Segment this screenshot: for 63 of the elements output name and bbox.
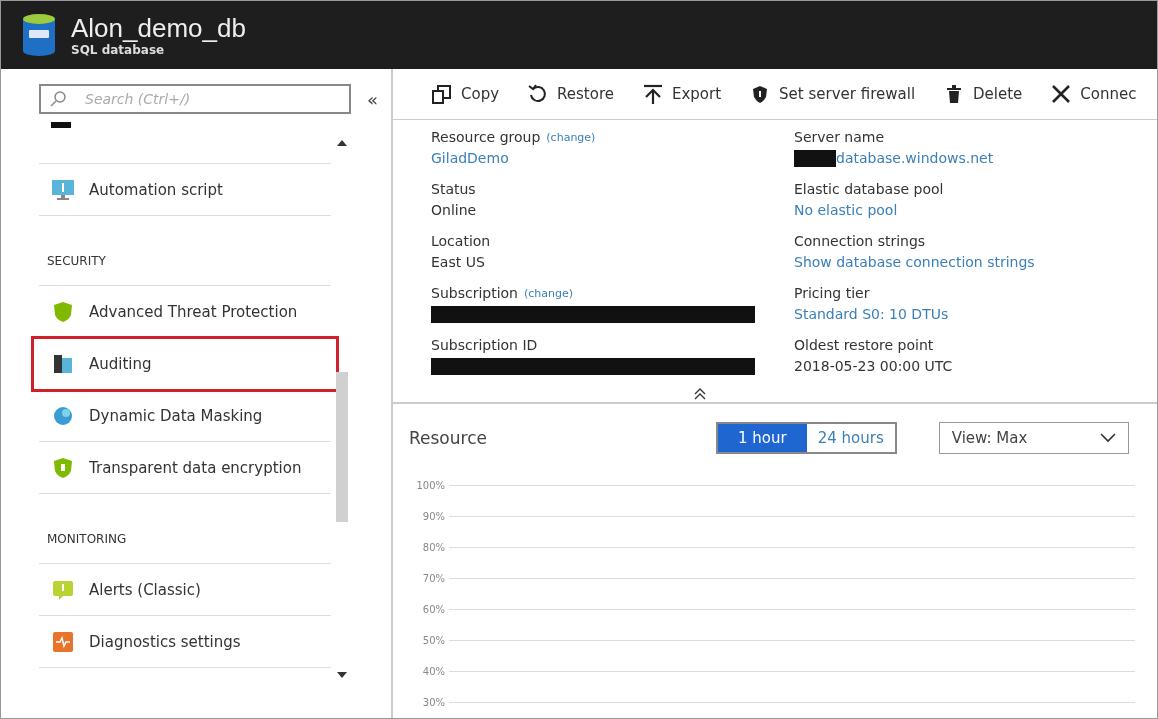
toolbar-button[interactable]: Delete bbox=[943, 83, 1023, 105]
value-link[interactable]: No elastic pool bbox=[794, 200, 898, 220]
menu-item[interactable]: Alerts (Classic) bbox=[39, 564, 331, 616]
field-label: Location bbox=[431, 233, 491, 249]
field-value: 2018-05-23 00:00 UTC bbox=[794, 357, 953, 376]
field-label: Oldest restore point bbox=[794, 337, 934, 353]
section-heading: MONITORING bbox=[39, 494, 331, 564]
toolbar-button[interactable]: Export bbox=[642, 83, 722, 105]
field-value: East US bbox=[431, 253, 485, 272]
search-field[interactable]: Search (Ctrl+/) bbox=[39, 84, 351, 114]
section-heading: SECURITY bbox=[39, 216, 331, 286]
axis-label: 50% bbox=[421, 635, 445, 646]
copy-icon bbox=[431, 83, 453, 105]
upload-icon bbox=[642, 83, 664, 105]
field-label: Elastic database pool bbox=[794, 181, 944, 197]
section-title: Resource bbox=[409, 428, 488, 448]
field-label: Pricing tier bbox=[794, 285, 870, 301]
pulse-icon bbox=[51, 629, 75, 654]
time-range-tab[interactable]: 1 hour bbox=[718, 424, 807, 452]
axis-label: 30% bbox=[421, 697, 445, 708]
menu-item[interactable]: Dynamic Data Masking bbox=[39, 390, 331, 442]
value-link[interactable]: database.windows.net bbox=[836, 148, 994, 168]
collapse-button[interactable]: « bbox=[367, 88, 378, 110]
collapse-icon bbox=[694, 388, 706, 400]
resource-type: SQL database bbox=[71, 43, 166, 57]
axis-label: 80% bbox=[421, 542, 445, 553]
axis-label: 70% bbox=[421, 573, 445, 584]
axis-label: 60% bbox=[421, 604, 445, 615]
field-label: Subscription ID bbox=[431, 337, 538, 353]
menu-item[interactable]: Transparent data encryption bbox=[39, 442, 331, 494]
toolbar-button[interactable]: Set server firewall bbox=[749, 83, 916, 105]
field-label: Connection strings bbox=[794, 233, 926, 249]
field-label: Server name bbox=[794, 129, 885, 145]
chevron-down-icon bbox=[1099, 433, 1116, 443]
toolbar-button[interactable]: Connec bbox=[1050, 83, 1137, 105]
field-label: Status bbox=[431, 181, 476, 197]
change-link[interactable]: (change) bbox=[524, 286, 574, 300]
toolbar-button[interactable]: Restore bbox=[527, 83, 614, 105]
field-label: Subscription bbox=[431, 285, 518, 301]
toolbar-button[interactable]: Copy bbox=[431, 83, 500, 105]
axis-label: 100% bbox=[415, 480, 445, 491]
scroll-thumb[interactable] bbox=[336, 372, 348, 522]
monitor-icon bbox=[51, 177, 75, 202]
view-dropdown[interactable]: View: Max bbox=[938, 422, 1129, 454]
value-link[interactable]: GiladDemo bbox=[431, 148, 509, 168]
database-icon bbox=[21, 13, 57, 57]
menu-item[interactable]: Diagnostics settings bbox=[39, 616, 331, 668]
value-link[interactable]: Show database connection strings bbox=[794, 252, 1035, 272]
shield-icon bbox=[51, 455, 75, 480]
up-arrow-icon bbox=[337, 140, 347, 146]
resource-title: Alon_demo_db bbox=[71, 13, 246, 43]
menu-item[interactable]: Advanced Threat Protection bbox=[39, 286, 331, 338]
field-value: Online bbox=[431, 201, 477, 220]
search-icon bbox=[49, 90, 67, 108]
down-arrow-icon bbox=[337, 672, 347, 678]
menu-item[interactable]: Auditing bbox=[33, 338, 337, 390]
axis-label: 40% bbox=[421, 666, 445, 677]
change-link[interactable]: (change) bbox=[546, 130, 596, 144]
axis-label: 90% bbox=[421, 511, 445, 522]
menu-item[interactable]: Automation script bbox=[39, 164, 331, 216]
shield-icon bbox=[51, 299, 75, 324]
value-link[interactable]: Standard S0: 10 DTUs bbox=[794, 304, 949, 324]
field-label: Resource group bbox=[431, 129, 541, 145]
